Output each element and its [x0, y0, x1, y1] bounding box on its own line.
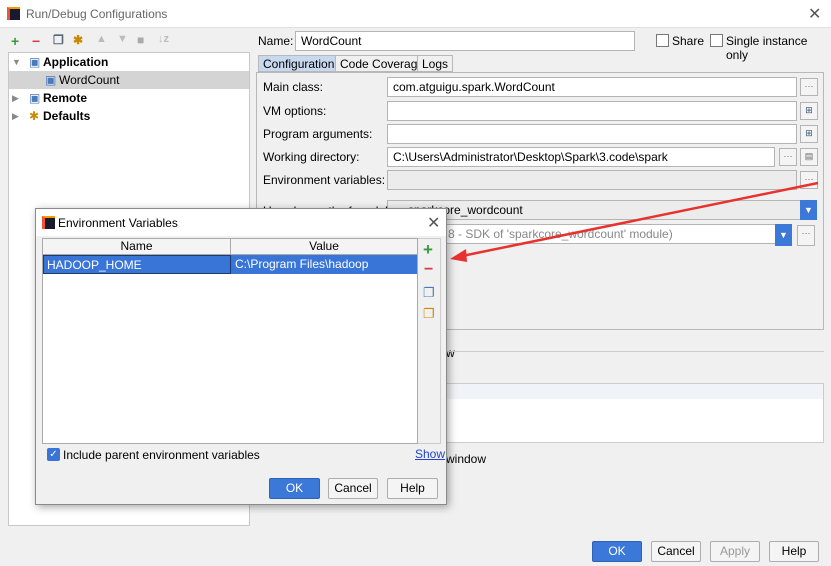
include-parent-label: Include parent environment variables — [63, 448, 260, 462]
dialog-title-bar: Environment Variables ✕ — [36, 209, 446, 236]
paste-icon[interactable]: ❐ — [423, 306, 435, 322]
add-icon[interactable]: + — [423, 240, 433, 260]
env-name-cell[interactable]: HADOOP_HOME — [43, 255, 231, 274]
dialog-cancel-button[interactable]: Cancel — [328, 478, 378, 499]
copy-icon[interactable]: ❐ — [423, 285, 435, 301]
show-link[interactable]: Show — [415, 447, 445, 461]
include-parent-checkbox[interactable]: ✓ — [47, 448, 60, 461]
app-icon — [42, 216, 55, 229]
remove-icon[interactable]: − — [424, 261, 433, 279]
env-table: Name Value HADOOP_HOME C:\Program Files\… — [42, 238, 418, 444]
close-icon[interactable]: ✕ — [427, 213, 440, 233]
dialog-title: Environment Variables — [58, 216, 178, 230]
table-row[interactable]: HADOOP_HOME C:\Program Files\hadoop — [43, 255, 417, 274]
dialog-ok-button[interactable]: OK — [269, 478, 320, 499]
column-header-name[interactable]: Name — [43, 239, 231, 255]
table-toolbar: + − ❐ ❐ — [418, 238, 441, 444]
env-value-cell[interactable]: C:\Program Files\hadoop — [235, 257, 368, 271]
dialog-help-button[interactable]: Help — [387, 478, 438, 499]
column-header-value[interactable]: Value — [231, 239, 417, 255]
environment-variables-dialog: Environment Variables ✕ Name Value HADOO… — [35, 208, 447, 505]
